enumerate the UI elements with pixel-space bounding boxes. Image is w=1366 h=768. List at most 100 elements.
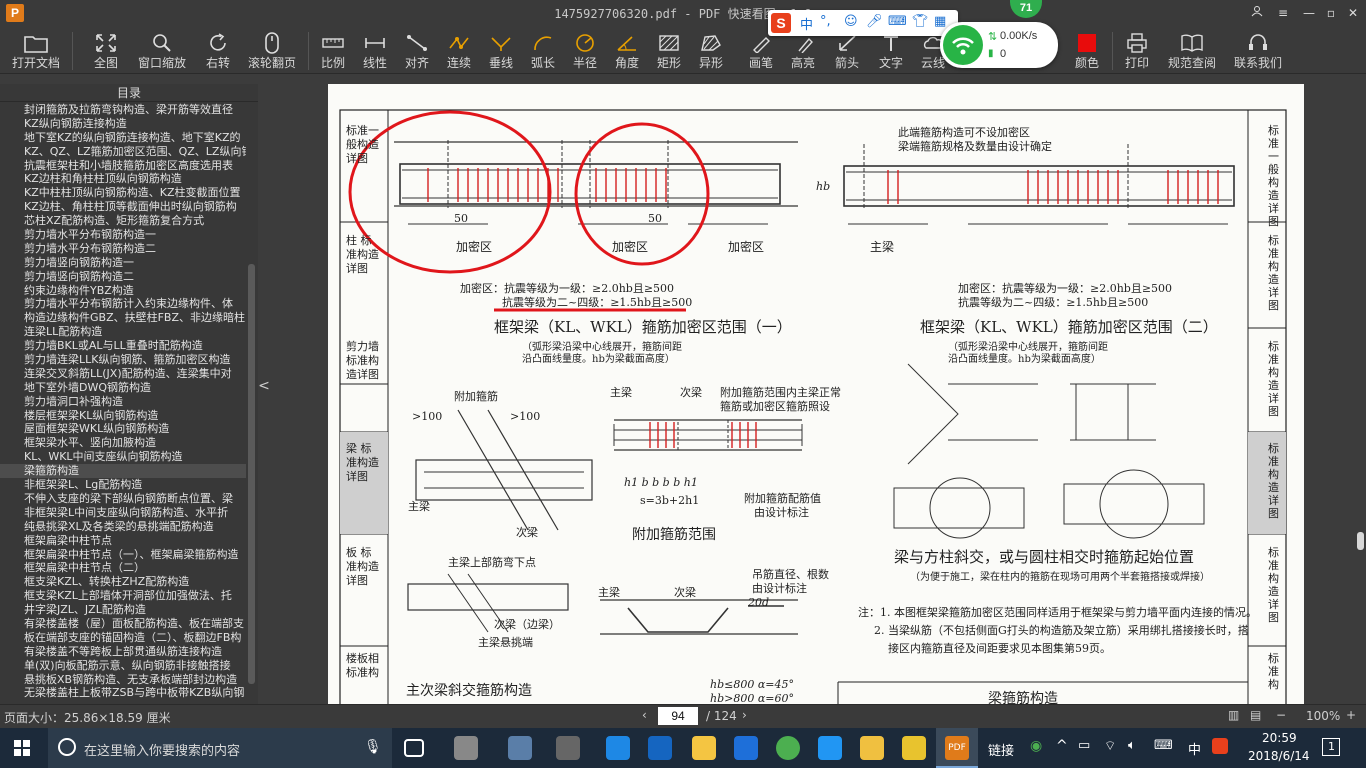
help-icon[interactable]	[902, 736, 926, 760]
toc-item[interactable]: 框架扁梁中柱节点（一）、框架扁梁箍筋构造	[0, 548, 246, 562]
toc-item[interactable]: 不伸入支座的梁下部纵向钢筋断点位置、梁	[0, 492, 246, 506]
tray-ime-label[interactable]: 中	[1188, 739, 1201, 758]
dual-page-icon[interactable]: ▥	[1228, 708, 1239, 722]
tray-battery-icon[interactable]: ▭	[1078, 738, 1090, 753]
toc-item[interactable]: 剪力墙竖向钢筋构造一	[0, 256, 246, 270]
clock-date[interactable]: 2018/6/14	[1248, 749, 1310, 763]
toc-item[interactable]: 悬挑板XB钢筋构造、无支承板端部封边构造	[0, 673, 246, 687]
toc-item[interactable]: 构造边缘构件GBZ、扶壁柱FBZ、非边缘暗柱	[0, 311, 246, 325]
radius-button[interactable]: 半径	[568, 28, 602, 72]
aligned-measure-button[interactable]: 对齐	[400, 28, 434, 72]
fan-app-icon[interactable]	[454, 736, 478, 760]
ie-icon[interactable]	[648, 736, 672, 760]
notes-icon[interactable]	[860, 736, 884, 760]
toc-item[interactable]: 非框架梁L中间支座纵向钢筋构造、水平折	[0, 506, 246, 520]
toc-item[interactable]: 剪力墙竖向钢筋构造二	[0, 270, 246, 284]
sidebar-collapse-icon[interactable]: <	[258, 378, 270, 394]
toc-item[interactable]: 框支梁KZL、转换柱ZHZ配筋构造	[0, 575, 246, 589]
document-scrollbar[interactable]	[1354, 74, 1366, 706]
toc-item[interactable]: 约束边缘构件YBZ构造	[0, 284, 246, 298]
tray-up-arrow-icon[interactable]: ^	[1056, 738, 1068, 754]
keyboard-icon[interactable]: ⌨	[888, 14, 907, 29]
toc-item[interactable]: 框架扁梁中柱节点（二）	[0, 561, 246, 575]
contact-us-button[interactable]: 联系我们	[1230, 28, 1286, 72]
rectangle-area-button[interactable]: 矩形	[652, 28, 686, 72]
toc-item[interactable]: 抗震框架柱和小墙肢箍筋加密区高度选用表	[0, 159, 246, 173]
tray-link-label[interactable]: 链接	[988, 740, 1014, 759]
print-button[interactable]: 打印	[1120, 28, 1154, 72]
toc-item[interactable]: 纯悬挑梁XL及各类梁的悬挑端配筋构造	[0, 520, 246, 534]
minimize-icon[interactable]: —	[1298, 3, 1320, 23]
scale-button[interactable]: 比例	[316, 28, 350, 72]
fit-page-button[interactable]: 全图	[86, 28, 126, 72]
scroll-page-button[interactable]: 滚轮翻页	[244, 28, 300, 72]
toc-item[interactable]: 剪力墙水平分布钢筋计入约束边缘构件、体	[0, 297, 246, 311]
tray-sogou-icon[interactable]	[1212, 738, 1228, 754]
zoom-level[interactable]: 100%	[1306, 709, 1340, 723]
clock-time[interactable]: 20:59	[1262, 731, 1297, 745]
zoom-in-icon[interactable]: +	[1346, 708, 1356, 722]
toc-item[interactable]: 单(双)向板配筋示意、纵向钢筋非接触搭接	[0, 659, 246, 673]
toc-item[interactable]: 框架梁水平、竖向加腋构造	[0, 436, 246, 450]
color-button[interactable]: 颜色	[1070, 28, 1104, 72]
page-number-input[interactable]	[658, 707, 698, 725]
arc-length-button[interactable]: 弧长	[526, 28, 560, 72]
document-viewport[interactable]: 标准一般构造详图 柱 标准构造详图 剪力墙 标准构造详图 梁 标准构造详图 板 …	[270, 74, 1356, 706]
tray-keyboard-icon[interactable]: ⌨	[1154, 738, 1173, 753]
network-speed-widget[interactable]: ⇅ 0.00K/s ▮ 0	[940, 22, 1058, 68]
toc-item[interactable]: KL、WKL中间支座纵向钢筋构造	[0, 450, 246, 464]
file-explorer-icon[interactable]	[692, 736, 716, 760]
toc-item[interactable]: 剪力墙洞口补强构造	[0, 395, 246, 409]
open-document-button[interactable]: 打开文档	[8, 28, 64, 72]
maximize-icon[interactable]: ▫	[1320, 3, 1342, 23]
sidebar-collapse-strip[interactable]	[258, 84, 270, 704]
toc-item[interactable]: 连梁交叉斜筋LL(JX)配筋构造、连梁集中对	[0, 367, 246, 381]
toc-item[interactable]: KZ边柱和角柱柱顶纵向钢筋构造	[0, 172, 246, 186]
toc-item[interactable]: 地下室KZ的纵向钢筋连接构造、地下室KZ的	[0, 131, 246, 145]
toc-item[interactable]: 楼层框架梁KL纵向钢筋构造	[0, 409, 246, 423]
toc-item[interactable]: KZ、QZ、LZ箍筋加密区范围、QZ、LZ纵向钢	[0, 145, 246, 159]
skin-icon[interactable]: 👕︎	[912, 14, 929, 29]
toc-scrollbar[interactable]	[248, 264, 255, 684]
toc-item[interactable]: 框架扁梁中柱节点	[0, 534, 246, 548]
taskbar-search[interactable]: 在这里输入你要搜索的内容 🎙︎	[48, 728, 392, 768]
toc-item[interactable]: 非框架梁L、Lg配筋构造	[0, 478, 246, 492]
toc-item[interactable]: 剪力墙BKL或AL与LL重叠时配筋构造	[0, 339, 246, 353]
ime-mode[interactable]: 中	[800, 14, 813, 33]
standards-button[interactable]: 规范查阅	[1164, 28, 1220, 72]
task-view-icon[interactable]	[404, 739, 424, 757]
rotate-right-button[interactable]: 右转	[198, 28, 238, 72]
edge-e-icon[interactable]	[508, 736, 532, 760]
zoom-out-icon[interactable]: −	[1276, 708, 1286, 722]
toc-item[interactable]: KZ纵向钢筋连接构造	[0, 117, 246, 131]
ime-punctuation[interactable]: °,	[820, 14, 831, 29]
toc-item[interactable]: 剪力墙水平分布钢筋构造二	[0, 242, 246, 256]
close-icon[interactable]: ✕	[1342, 3, 1364, 23]
toc-item[interactable]: 封闭箍筋及拉筋弯钩构造、梁开筋等效直径	[0, 103, 246, 117]
toc-item[interactable]: KZ中柱柱顶纵向钢筋构造、KZ柱变截面位置	[0, 186, 246, 200]
windows-start-icon[interactable]	[14, 740, 30, 760]
emoji-icon[interactable]: ☺	[844, 14, 858, 29]
notification-icon[interactable]: 1	[1322, 738, 1340, 756]
tray-wifi-icon[interactable]: ◉	[1030, 738, 1042, 754]
sogou-logo[interactable]: S	[771, 13, 791, 33]
toc-item[interactable]: 地下室外墙DWQ钢筋构造	[0, 381, 246, 395]
linear-measure-button[interactable]: 线性	[358, 28, 392, 72]
tray-volume-icon[interactable]: 🔈︎	[1128, 738, 1136, 753]
spiral-app-icon[interactable]	[556, 736, 580, 760]
window-zoom-button[interactable]: 窗口缩放	[134, 28, 190, 72]
app-blue-icon[interactable]	[818, 736, 842, 760]
toc-item[interactable]: 剪力墙连梁LLK纵向钢筋、箍筋加密区构造	[0, 353, 246, 367]
irregular-area-button[interactable]: 异形	[694, 28, 728, 72]
toc-item[interactable]: 有梁楼盖不等跨板上部贯通纵筋连接构造	[0, 645, 246, 659]
tray-wifi-signal-icon[interactable]: ⌔	[1104, 738, 1116, 754]
toc-item[interactable]: 井字梁JZL、JZL配筋构造	[0, 603, 246, 617]
browser-g-icon[interactable]	[734, 736, 758, 760]
toc-item[interactable]: 剪力墙水平分布钢筋构造一	[0, 228, 246, 242]
perpendicular-button[interactable]: 垂线	[484, 28, 518, 72]
document-scroll-thumb[interactable]	[1357, 532, 1364, 550]
single-page-icon[interactable]: ▤	[1250, 708, 1261, 722]
app-green-icon[interactable]	[776, 736, 800, 760]
prev-page-icon[interactable]: ‹	[642, 708, 647, 722]
toc-item[interactable]: KZ边柱、角柱柱顶等截面伸出时纵向钢筋构	[0, 200, 246, 214]
